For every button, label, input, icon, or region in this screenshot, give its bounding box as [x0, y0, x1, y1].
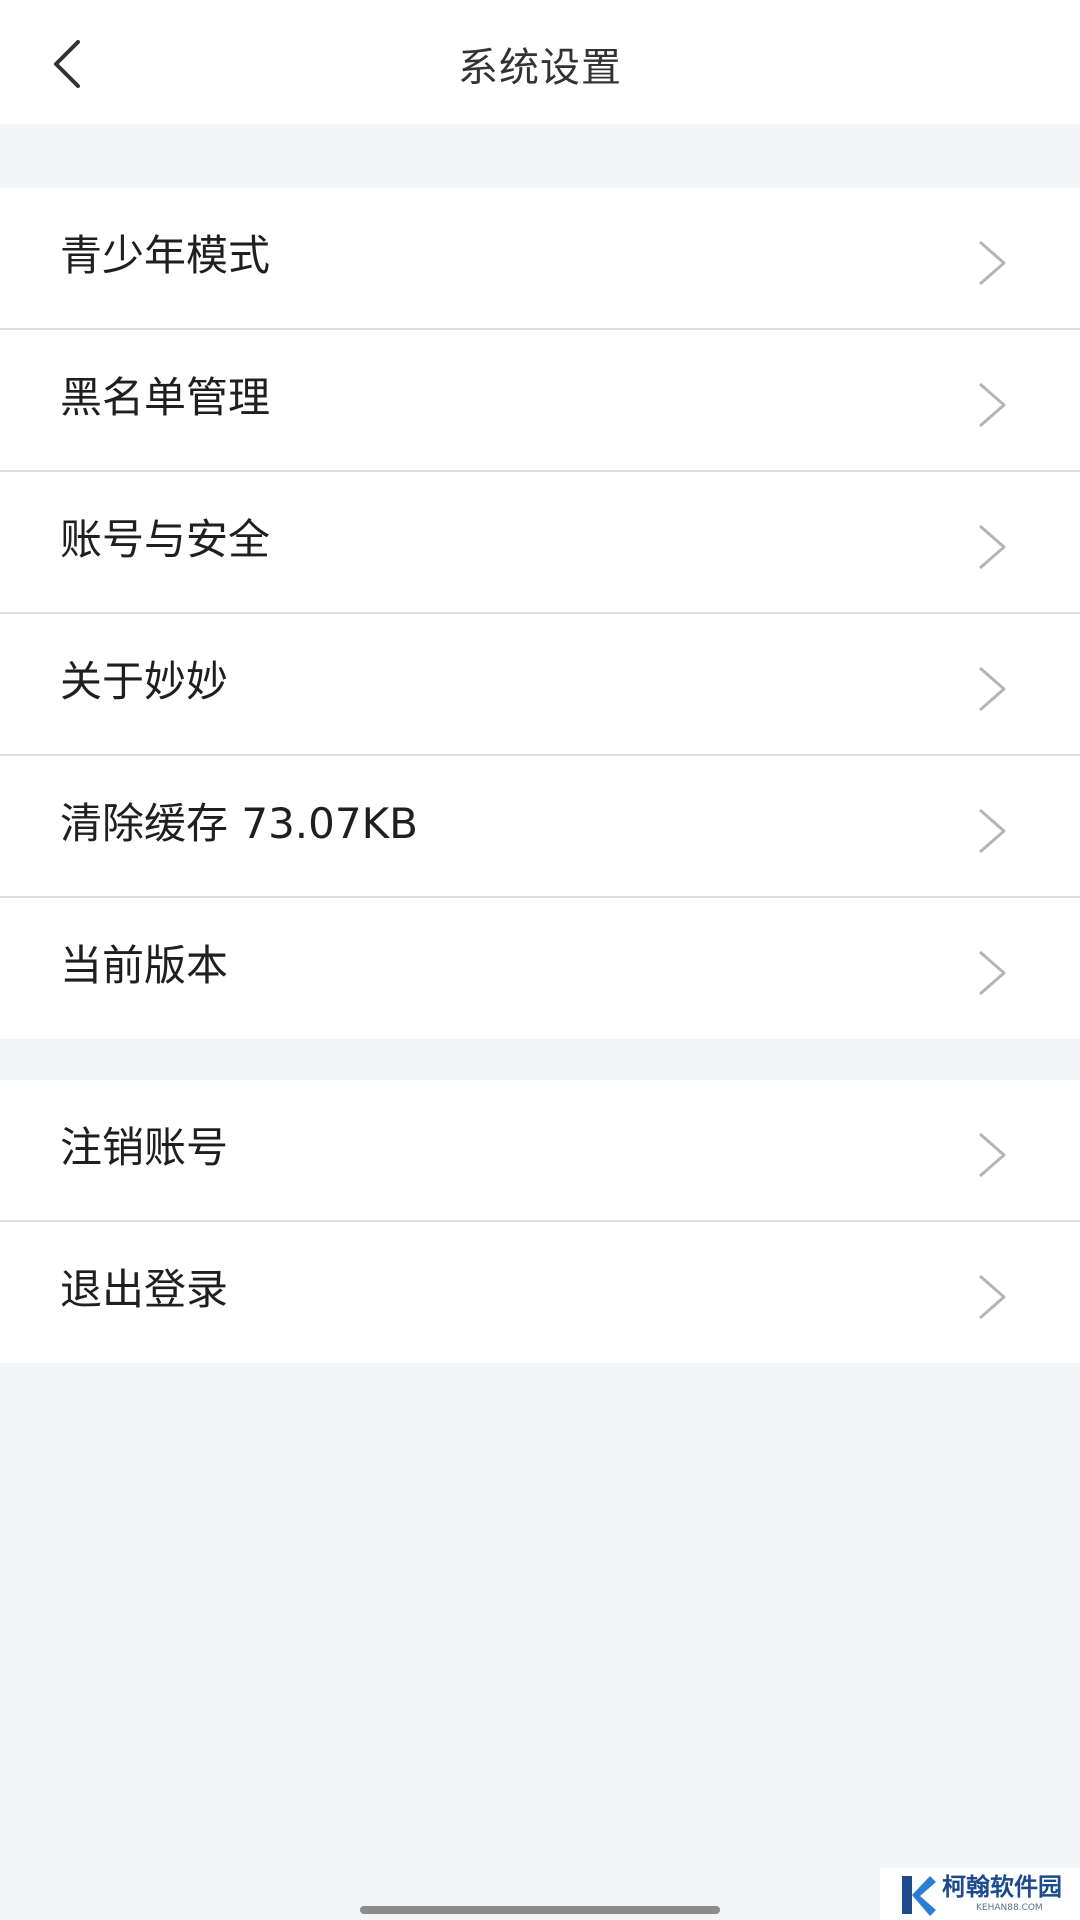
watermark-name: 柯翰软件园 [942, 1873, 1062, 1901]
chevron-right-icon [979, 1132, 1006, 1178]
settings-row-about[interactable]: 关于妙妙 [0, 614, 1080, 756]
kehan-logo-icon [902, 1876, 936, 1916]
chevron-right-icon [979, 1274, 1006, 1320]
watermark-url: KEHAN88.COM [976, 1903, 1043, 1913]
chevron-right-icon [979, 950, 1006, 996]
chevron-right-icon [979, 382, 1006, 428]
chevron-right-icon [979, 240, 1006, 286]
chevron-right-icon [979, 666, 1006, 712]
settings-row-logout[interactable]: 退出登录 [0, 1222, 1080, 1363]
row-label: 青少年模式 [60, 231, 271, 280]
watermark: 柯翰软件园 KEHAN88.COM [880, 1868, 1080, 1920]
settings-page: 系统设置 青少年模式 黑名单管理 账号与安全 关于妙妙 清除缓存 73.07KB… [0, 0, 1080, 1920]
page-title: 系统设置 [458, 45, 622, 91]
row-label: 关于妙妙 [60, 657, 229, 706]
row-label: 注销账号 [60, 1123, 229, 1172]
settings-row-current-version[interactable]: 当前版本 [0, 898, 1080, 1039]
settings-row-delete-account[interactable]: 注销账号 [0, 1080, 1080, 1222]
chevron-right-icon [979, 808, 1006, 854]
settings-row-account-security[interactable]: 账号与安全 [0, 472, 1080, 614]
home-indicator[interactable] [360, 1906, 720, 1914]
row-label: 账号与安全 [60, 515, 271, 564]
settings-row-teen-mode[interactable]: 青少年模式 [0, 188, 1080, 330]
row-label: 黑名单管理 [60, 373, 271, 422]
settings-row-blacklist[interactable]: 黑名单管理 [0, 330, 1080, 472]
row-label: 退出登录 [60, 1265, 229, 1314]
row-label: 当前版本 [60, 941, 229, 990]
settings-group-account: 注销账号 退出登录 [0, 1080, 1080, 1363]
top-bar: 系统设置 [0, 0, 1080, 124]
settings-group-main: 青少年模式 黑名单管理 账号与安全 关于妙妙 清除缓存 73.07KB 当前版本 [0, 188, 1080, 1039]
chevron-right-icon [979, 524, 1006, 570]
settings-row-clear-cache[interactable]: 清除缓存 73.07KB [0, 756, 1080, 898]
row-label: 清除缓存 73.07KB [60, 799, 418, 848]
